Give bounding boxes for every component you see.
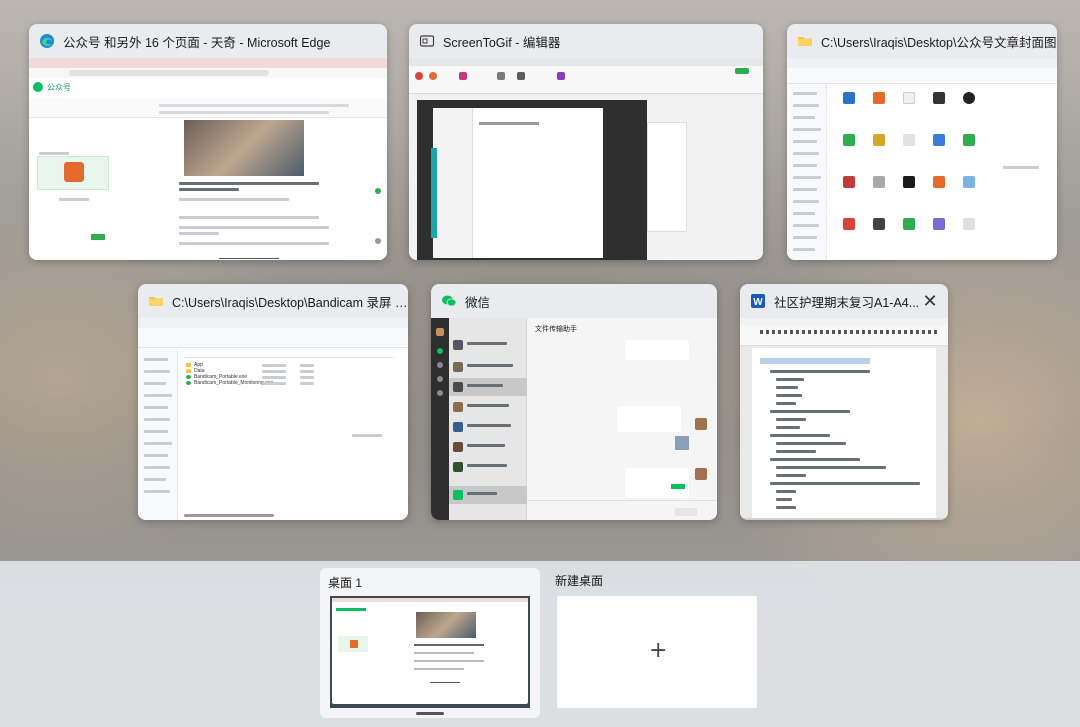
window-screentogif[interactable]: ScreenToGif - 编辑器 (409, 24, 763, 260)
window-screentogif-titlebar[interactable]: ScreenToGif - 编辑器 (409, 24, 763, 58)
window-edge[interactable]: 公众号 和另外 16 个页面 - 天奇 - Microsoft Edge 公众号 (29, 24, 387, 260)
bandicam-file-list: App Data Bandicam_Portable.exe Bandicam_… (186, 362, 273, 386)
window-edge-preview: 公众号 (29, 58, 387, 260)
wechat-icon (441, 293, 457, 309)
window-word[interactable]: W 社区护理期末复习A1-A4... ✕ (740, 284, 948, 520)
window-explorer-bandicam[interactable]: C:\Users\Iraqis\Desktop\Bandicam 录屏 v4.6… (138, 284, 408, 520)
virtual-desktop-bar (0, 561, 1080, 727)
desktop-1-label: 桌面 1 (328, 576, 363, 590)
window-edge-titlebar[interactable]: 公众号 和另外 16 个页面 - 天奇 - Microsoft Edge (29, 24, 387, 58)
window-wechat-titlebar[interactable]: 微信 (431, 284, 717, 318)
window-explorer-cover-titlebar[interactable]: C:\Users\Iraqis\Desktop\公众号文章封面图 (787, 24, 1057, 58)
word-icon: W (750, 293, 766, 309)
plus-icon: + (649, 638, 668, 663)
edge-icon (39, 33, 55, 49)
edge-site-name: 公众号 (47, 83, 71, 92)
close-icon[interactable]: ✕ (918, 289, 942, 313)
screentogif-icon (419, 33, 435, 49)
wechat-chat-title: 文件传输助手 (535, 326, 577, 333)
window-wechat-title: 微信 (465, 295, 491, 310)
folder-icon (797, 33, 813, 49)
window-word-titlebar[interactable]: W 社区护理期末复习A1-A4... (740, 284, 948, 318)
window-explorer-cover-preview (787, 58, 1057, 260)
window-explorer-cover-title: C:\Users\Iraqis\Desktop\公众号文章封面图 (821, 35, 1057, 50)
window-explorer-cover[interactable]: C:\Users\Iraqis\Desktop\公众号文章封面图 (787, 24, 1057, 260)
new-desktop[interactable]: 新建桌面 + (547, 568, 767, 718)
svg-text:W: W (753, 297, 763, 308)
new-desktop-label: 新建桌面 (555, 574, 604, 588)
window-wechat-preview: 文件传输助手 (431, 318, 717, 520)
new-desktop-button[interactable]: + (557, 596, 757, 708)
window-screentogif-preview (409, 58, 763, 260)
window-word-preview (740, 318, 948, 520)
desktop-1-preview (330, 596, 530, 708)
window-edge-title: 公众号 和另外 16 个页面 - 天奇 - Microsoft Edge (63, 35, 331, 50)
window-screentogif-title: ScreenToGif - 编辑器 (443, 35, 561, 50)
window-wechat[interactable]: 微信 文件传输助手 (431, 284, 717, 520)
window-word-title: 社区护理期末复习A1-A4... (774, 295, 920, 310)
window-explorer-bandicam-titlebar[interactable]: C:\Users\Iraqis\Desktop\Bandicam 录屏 v4.6… (138, 284, 408, 318)
window-explorer-bandicam-preview: App Data Bandicam_Portable.exe Bandicam_… (138, 318, 408, 520)
current-desktop-indicator (416, 712, 444, 715)
window-explorer-bandicam-title: C:\Users\Iraqis\Desktop\Bandicam 录屏 v4.6… (172, 295, 408, 310)
desktop-1[interactable]: 桌面 1 (320, 568, 540, 718)
folder-icon (148, 293, 164, 309)
